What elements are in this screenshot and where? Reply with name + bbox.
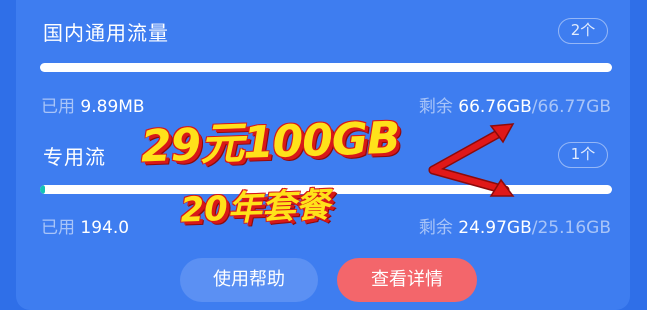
used-label: 已用 [41, 97, 75, 117]
help-button[interactable]: 使用帮助 [180, 258, 318, 302]
usage-progress-fill [40, 185, 45, 194]
remain-label: 剩余 [418, 218, 453, 238]
section-title-domestic: 国内通用流量 [43, 21, 169, 45]
total-value: /66.77GB [531, 97, 611, 117]
double-arrow-icon [428, 123, 515, 197]
remain-stat: 剩余 66.76GB/66.77GB [419, 92, 611, 117]
used-label: 已用 [41, 218, 75, 238]
package-count-badge[interactable]: 1个 [558, 142, 608, 168]
remain-value: 24.97GB [458, 218, 532, 238]
package-count-badge[interactable]: 2个 [558, 18, 608, 44]
remain-value: 66.76GB [458, 97, 532, 117]
view-details-button[interactable]: 查看详情 [337, 258, 477, 302]
promo-headline: 29元100GB [139, 112, 401, 173]
used-stat: 已用 194.0 [41, 213, 129, 238]
section-title-dedicated: 专用流 [43, 145, 106, 169]
remain-stat: 剩余 24.97GB/25.16GB [419, 213, 611, 238]
usage-progress-bar [40, 63, 612, 72]
total-value: /25.16GB [531, 218, 611, 238]
used-value: 194.0 [80, 218, 130, 238]
promo-subheadline: 20年套餐 [179, 185, 331, 231]
